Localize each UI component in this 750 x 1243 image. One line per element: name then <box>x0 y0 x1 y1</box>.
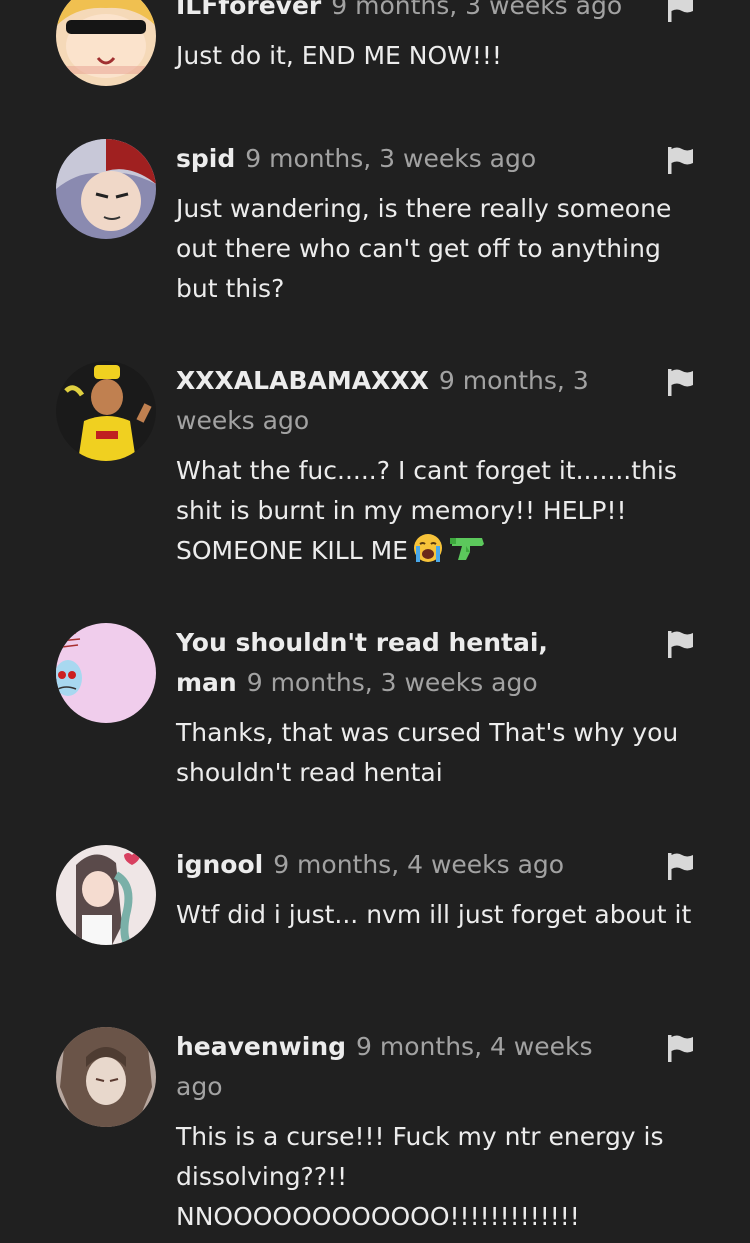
flag-icon[interactable] <box>666 146 696 174</box>
avatar[interactable] <box>56 361 156 461</box>
avatar[interactable] <box>56 623 156 723</box>
comment-text: Just do it, END ME NOW!!! <box>176 41 502 70</box>
water-pistol-emoji <box>448 532 488 576</box>
avatar[interactable] <box>56 139 156 239</box>
flag-icon[interactable] <box>666 0 696 22</box>
comment-header: spid 9 months, 3 weeks ago <box>176 139 696 179</box>
flag-icon[interactable] <box>666 852 696 880</box>
timestamp: 9 months, 3 weeks ago <box>246 668 538 697</box>
comment-text: What the fuc.....? I cant forget it.....… <box>176 451 696 576</box>
comment-text: Just wandering, is there really someone … <box>176 194 672 303</box>
comment-header: You shouldn't read hentai, man 9 months, … <box>176 623 696 703</box>
username-link[interactable]: ignool <box>176 850 263 879</box>
comment-header: ignool 9 months, 4 weeks ago <box>176 845 696 885</box>
flag-icon[interactable] <box>666 630 696 658</box>
flag-icon[interactable] <box>666 1034 696 1062</box>
timestamp: 9 months, 3 weeks ago <box>331 0 623 20</box>
comment-header: XXXALABAMAXXX 9 months, 3 weeks ago <box>176 361 696 441</box>
comment-text: Wtf did i just... nvm ill just forget ab… <box>176 900 692 929</box>
username-link[interactable]: spid <box>176 144 235 173</box>
avatar[interactable] <box>56 0 156 86</box>
username-link[interactable]: XXXALABAMAXXX <box>176 366 429 395</box>
comment-text: Thanks, that was cursed That's why you s… <box>176 718 679 787</box>
avatar[interactable] <box>56 845 156 945</box>
comment-header: ILFforever 9 months, 3 weeks ago <box>176 0 696 26</box>
username-link[interactable]: heavenwing <box>176 1032 346 1061</box>
username-link[interactable]: ILFforever <box>176 0 321 20</box>
avatar[interactable] <box>56 1027 156 1127</box>
crying-face-emoji <box>412 532 444 576</box>
comment-header: heavenwing 9 months, 4 weeks ago <box>176 1027 696 1107</box>
comment-text: This is a curse!!! Fuck my ntr energy is… <box>176 1122 664 1231</box>
timestamp: 9 months, 4 weeks ago <box>273 850 565 879</box>
flag-icon[interactable] <box>666 368 696 396</box>
timestamp: 9 months, 3 weeks ago <box>245 144 537 173</box>
